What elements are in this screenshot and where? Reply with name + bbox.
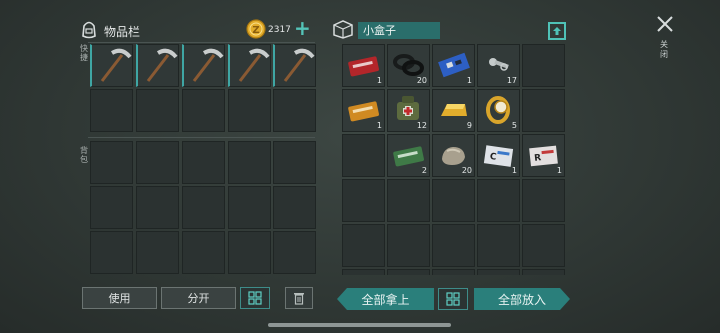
container-slot[interactable]	[477, 179, 520, 222]
backpack-slot[interactable]	[90, 186, 133, 229]
container-slot[interactable]	[387, 224, 430, 267]
backpack-slot[interactable]	[228, 186, 271, 229]
quick-slot[interactable]	[90, 44, 133, 87]
quick-slot[interactable]	[136, 44, 179, 87]
container-slot[interactable]	[522, 44, 565, 87]
trash-icon	[294, 293, 304, 305]
backpack-slot[interactable]	[273, 231, 316, 274]
pickaxe-icon	[238, 48, 270, 82]
container-slot[interactable]	[387, 179, 430, 222]
use-button[interactable]: 使用	[82, 287, 157, 309]
backpack-slot[interactable]	[273, 141, 316, 184]
container-slot[interactable]: 1	[432, 44, 475, 87]
backpack-slot[interactable]	[182, 186, 225, 229]
pickaxe-icon	[283, 48, 315, 82]
container-slots-overflow	[342, 269, 566, 275]
divider	[88, 42, 315, 43]
close-button[interactable]	[655, 14, 675, 34]
backpack-slot[interactable]	[182, 231, 225, 274]
delete-button[interactable]	[285, 287, 313, 309]
container-slot[interactable]	[432, 179, 475, 222]
backpack-slot[interactable]	[136, 231, 179, 274]
container-slot[interactable]	[432, 224, 475, 267]
container-slot[interactable]	[477, 224, 520, 267]
divider	[88, 137, 315, 138]
container-slot[interactable]: R 1	[522, 134, 565, 177]
item-count: 1	[466, 76, 472, 85]
grid-icon	[248, 291, 262, 305]
container-slot[interactable]	[342, 179, 385, 222]
backpack-slot[interactable]	[228, 231, 271, 274]
quick-slot[interactable]	[182, 89, 225, 132]
item-count: 5	[511, 121, 517, 130]
quick-slot[interactable]	[273, 44, 316, 87]
pickaxe-icon	[192, 48, 224, 82]
container-slot[interactable]: 20	[432, 134, 475, 177]
quick-slot[interactable]	[90, 89, 133, 132]
pickaxe-icon	[146, 48, 178, 82]
item-count: 20	[416, 76, 427, 85]
container-slot[interactable]: 17	[477, 44, 520, 87]
item-count: 1	[376, 121, 382, 130]
quick-slot[interactable]	[273, 89, 316, 132]
inventory-title: 物品栏	[104, 25, 141, 39]
container-slot[interactable]: C 1	[477, 134, 520, 177]
add-coins-button[interactable]: +	[294, 17, 311, 39]
container-slot[interactable]	[522, 224, 565, 267]
container-slot[interactable]	[342, 134, 385, 177]
backpack-slot[interactable]	[228, 141, 271, 184]
container-slot[interactable]: 2	[387, 134, 430, 177]
quick-slot[interactable]	[228, 44, 271, 87]
item-count: 12	[416, 121, 427, 130]
pickaxe-icon	[100, 48, 132, 82]
coin-icon: Z	[246, 19, 266, 39]
close-icon	[657, 16, 673, 32]
close-label: 关闭	[660, 40, 668, 59]
take-all-button[interactable]: 全部拿上	[337, 288, 434, 310]
svg-text:R: R	[534, 153, 542, 164]
backpack-slot[interactable]	[90, 231, 133, 274]
container-slot[interactable]: 1	[342, 89, 385, 132]
put-all-button[interactable]: 全部放入	[474, 288, 570, 310]
backpack-slot[interactable]	[136, 141, 179, 184]
item-count: 20	[461, 166, 472, 175]
container-slot[interactable]	[342, 224, 385, 267]
backpack-label: 背包	[80, 146, 88, 164]
item-count: 1	[376, 76, 382, 85]
home-indicator[interactable]	[268, 323, 451, 327]
backpack-icon	[82, 21, 96, 39]
container-slot[interactable]: 9	[432, 89, 475, 132]
container-slot[interactable]: 12	[387, 89, 430, 132]
item-count: 2	[421, 166, 427, 175]
container-title: 小盒子	[358, 22, 440, 39]
quick-slot[interactable]	[228, 89, 271, 132]
backpack-slot[interactable]	[90, 141, 133, 184]
container-slot[interactable]	[522, 89, 565, 132]
svg-text:Z: Z	[252, 25, 259, 36]
sort-container-button[interactable]	[438, 288, 468, 310]
quick-slot[interactable]	[182, 44, 225, 87]
sort-button[interactable]	[240, 287, 270, 309]
split-button[interactable]: 分开	[161, 287, 236, 309]
grid-icon	[446, 292, 460, 306]
item-count: 1	[556, 166, 562, 175]
quick-slot[interactable]	[136, 89, 179, 132]
item-count: 1	[511, 166, 517, 175]
shortcut-label: 快捷	[80, 44, 88, 62]
box-icon	[333, 20, 353, 39]
container-slot[interactable]: 20	[387, 44, 430, 87]
item-count: 9	[466, 121, 472, 130]
coin-amount: 2317	[268, 25, 291, 35]
upload-button[interactable]	[548, 22, 566, 40]
container-slot[interactable]	[522, 179, 565, 222]
backpack-slot[interactable]	[136, 186, 179, 229]
upload-icon	[553, 27, 561, 35]
item-count: 17	[506, 76, 517, 85]
backpack-slot[interactable]	[182, 141, 225, 184]
container-slot[interactable]: 5	[477, 89, 520, 132]
container-slot[interactable]: 1	[342, 44, 385, 87]
backpack-slot[interactable]	[273, 186, 316, 229]
